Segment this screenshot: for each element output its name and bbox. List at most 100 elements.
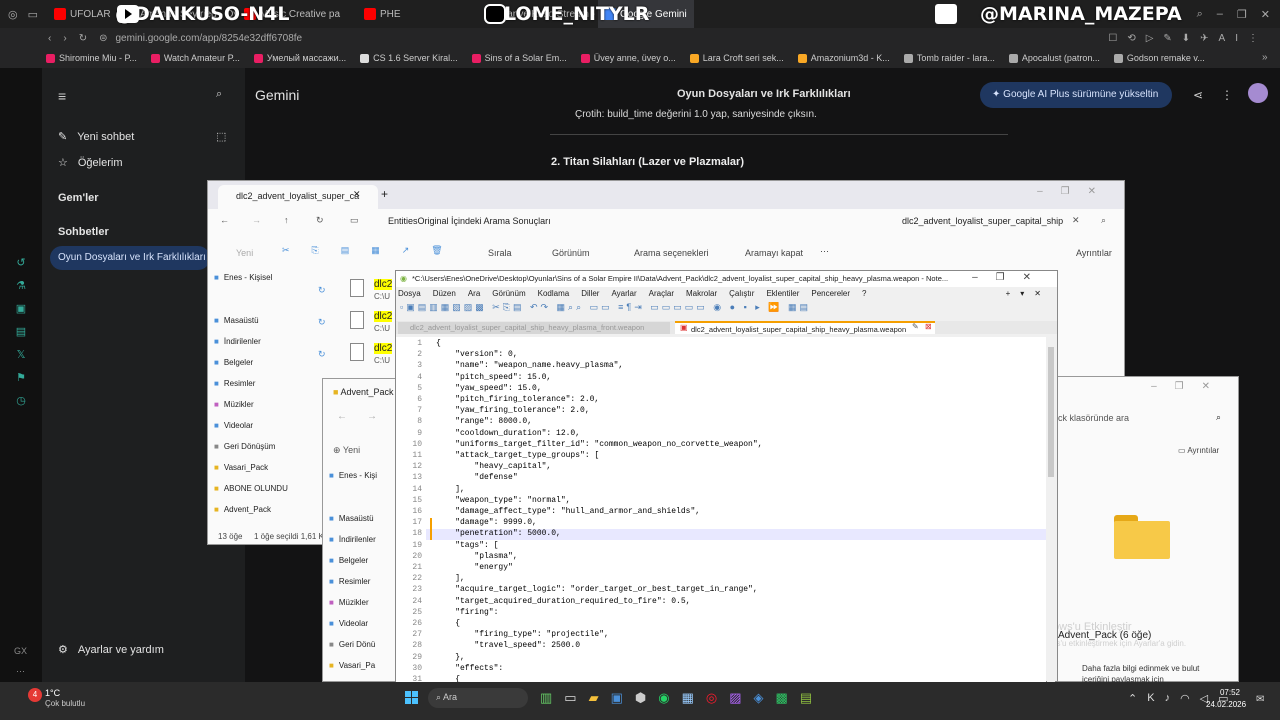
taskbar-search[interactable]: ⌕ Ara <box>428 688 528 708</box>
steam-icon[interactable]: ⬢ <box>635 690 646 706</box>
nav-item[interactable]: ■ Enes - Kişi <box>329 471 377 480</box>
notifications-icon[interactable]: ✉ <box>1256 694 1264 705</box>
microphone-icon[interactable]: ♪ <box>1165 692 1171 705</box>
nav-item[interactable]: ■ Geri Dönüşüm <box>214 442 275 451</box>
nav-item[interactable]: ■ Müzikler <box>329 598 369 607</box>
forward-icon[interactable]: → <box>252 215 261 225</box>
temporary-chat-icon[interactable]: ⬚ <box>216 130 226 143</box>
chevron-up-icon[interactable]: ⌃ <box>1128 692 1137 705</box>
upgrade-button[interactable]: ✦ Google AI Plus sürümüne yükseltin <box>980 82 1172 108</box>
sidebar-app-icon[interactable]: ▤ <box>16 325 26 338</box>
close-icon[interactable]: ✕ <box>1261 8 1270 21</box>
tab-menu-icon[interactable]: ▭ <box>28 8 38 21</box>
hamburger-menu-icon[interactable]: ≡ <box>58 88 66 104</box>
nav-item[interactable]: ■ Advent_Pack <box>214 505 271 514</box>
nav-item[interactable]: ■ Müzikler <box>214 400 254 409</box>
nav-item[interactable]: ■ Vasari_Pack <box>214 463 268 472</box>
window-controls[interactable]: –❐✕ <box>1151 381 1228 392</box>
close-tab-icon[interactable]: ✕ <box>353 189 361 200</box>
file-result-row[interactable]: ↻ dlc2 C:\U <box>318 309 396 337</box>
npp-menu-item[interactable]: Çalıştır <box>729 289 754 301</box>
refresh-icon[interactable]: ↻ <box>316 215 324 226</box>
nav-item[interactable]: ■ Resimler <box>329 577 370 586</box>
file-result-row[interactable]: ↻ dlc2 C:\U <box>318 277 396 305</box>
back-icon[interactable]: ← <box>337 411 347 422</box>
wifi-icon[interactable]: ◠ <box>1180 692 1190 705</box>
tray-app-icon[interactable]: K <box>1147 692 1154 705</box>
clock-date[interactable]: 24.02.2026 <box>1206 700 1246 709</box>
nav-item[interactable]: ■ İndirilenler <box>329 535 376 544</box>
browser-tab[interactable]: PHE <box>358 0 476 28</box>
x-social-icon[interactable]: 𝕏 <box>17 348 26 361</box>
npp-tab-inactive[interactable]: dlc2_advent_loyalist_super_capital_ship_… <box>398 322 670 334</box>
bookmark-item[interactable]: Sins of a Solar Em... <box>471 53 567 63</box>
photos-icon[interactable]: ▦ <box>682 690 694 706</box>
nav-item[interactable]: ■ ABONE OLUNDU <box>214 484 288 493</box>
more-options-icon[interactable]: ⋮ <box>1221 88 1233 102</box>
back-icon[interactable]: ‹ <box>48 33 51 44</box>
up-icon[interactable]: ↑ <box>284 215 289 225</box>
minimize-icon[interactable]: – <box>1217 8 1223 21</box>
pin-icon[interactable]: ✎ <box>912 322 919 331</box>
npp-menu-item[interactable]: Eklentiler <box>766 289 799 301</box>
npp-menu-item[interactable]: Pencereler <box>811 289 850 301</box>
bookmark-item[interactable]: Lara Croft seri sek... <box>689 53 784 63</box>
npp-menu-item[interactable]: Dosya <box>398 289 421 301</box>
bookmark-item[interactable]: Apocalust (patron... <box>1008 53 1100 63</box>
npp-menu-item[interactable]: Düzen <box>433 289 456 301</box>
bookmark-item[interactable]: Умелый массажи... <box>253 53 346 63</box>
nav-item[interactable]: ■ Resimler <box>214 379 255 388</box>
nav-item[interactable]: ■ İndirilenler <box>214 337 261 346</box>
explorer-tab[interactable]: ■ Advent_Pack <box>333 387 394 397</box>
view-button[interactable]: Görünüm <box>552 248 590 258</box>
bookmark-item[interactable]: Amazonium3d - K... <box>797 53 890 63</box>
nav-item[interactable]: ■ Belgeler <box>329 556 368 565</box>
task-view-icon[interactable]: ▭ <box>564 690 576 706</box>
npp-menu-item[interactable]: Ara <box>468 289 480 301</box>
npp-menu-item[interactable]: Diller <box>581 289 599 301</box>
search-icon[interactable]: ⌕ <box>1216 412 1221 423</box>
share-icon[interactable]: ⋖ <box>1193 88 1203 102</box>
npp-menu-item[interactable]: Araçlar <box>649 289 674 301</box>
search-options-button[interactable]: Arama seçenekleri <box>634 248 709 258</box>
browser-tab[interactable]: UFOLAR <box>48 0 116 28</box>
sidebar-app-icon[interactable]: ▣ <box>16 302 26 315</box>
search-icon[interactable]: ⌕ <box>1197 8 1203 21</box>
app-icon[interactable]: ◈ <box>754 690 764 706</box>
bookmark-item[interactable]: Watch Amateur P... <box>150 53 240 63</box>
npp-menu-item[interactable]: Makrolar <box>686 289 717 301</box>
nav-item[interactable]: ■ Vasari_Pa <box>329 661 375 670</box>
windows-start-icon[interactable] <box>405 691 419 705</box>
clock-time[interactable]: 07:52 <box>1218 688 1240 697</box>
new-button[interactable]: Yeni <box>236 248 253 258</box>
file-explorer-icon[interactable]: ▰ <box>589 690 599 706</box>
nav-item[interactable]: ■ Geri Dönü <box>329 640 375 649</box>
my-items-button[interactable]: ☆ Öğelerim <box>58 156 123 170</box>
notepad-plus-plus-icon[interactable]: ▤ <box>800 690 812 706</box>
sidebar-app-icon[interactable]: ↺ <box>16 256 25 269</box>
nav-item[interactable]: ■ Masaüstü <box>214 316 259 325</box>
file-result-row[interactable]: ↻ dlc2 C:\U <box>318 341 396 369</box>
bookmark-item[interactable]: Tomb raider - lara... <box>903 53 995 63</box>
search-input[interactable]: ck klasöründe ara <box>1058 413 1232 423</box>
npp-menu-item[interactable]: Kodlama <box>538 289 570 301</box>
opera-logo-icon[interactable]: ◎ <box>8 8 18 21</box>
forward-icon[interactable]: → <box>367 411 377 422</box>
settings-help-button[interactable]: ⚙ Ayarlar ve yardım <box>58 643 164 657</box>
details-button[interactable]: Ayrıntılar <box>1076 248 1112 258</box>
more-options-icon[interactable]: ⋯ <box>820 246 829 257</box>
back-icon[interactable]: ← <box>220 215 229 225</box>
window-controls[interactable]: –❐✕ <box>1037 186 1114 197</box>
code-editor[interactable]: 1 {2 "version": 0, 3 "name": "weapon_name.… <box>396 337 1046 684</box>
location-path[interactable]: EntitiesOriginal İçindeki Arama Sonuçlar… <box>388 216 551 226</box>
weather-temp[interactable]: 1°C <box>45 688 60 698</box>
nav-item[interactable]: ■ Videolar <box>214 421 253 430</box>
conversation-title[interactable]: Oyun Dosyaları ve Irk Farklılıkları <box>677 88 851 100</box>
npp-tab-active[interactable]: dlc2_advent_loyalist_super_capital_ship_… <box>675 321 935 334</box>
nav-item[interactable]: ■ Enes - Kişisel <box>214 273 272 282</box>
url-field[interactable]: gemini.google.com/app/8254e32dff6708fe <box>115 33 302 44</box>
history-icon[interactable]: ◷ <box>16 394 26 407</box>
reload-icon[interactable]: ↻ <box>79 33 87 44</box>
gx-icon[interactable]: GX <box>14 646 27 656</box>
maximize-icon[interactable]: ❐ <box>1237 8 1247 21</box>
